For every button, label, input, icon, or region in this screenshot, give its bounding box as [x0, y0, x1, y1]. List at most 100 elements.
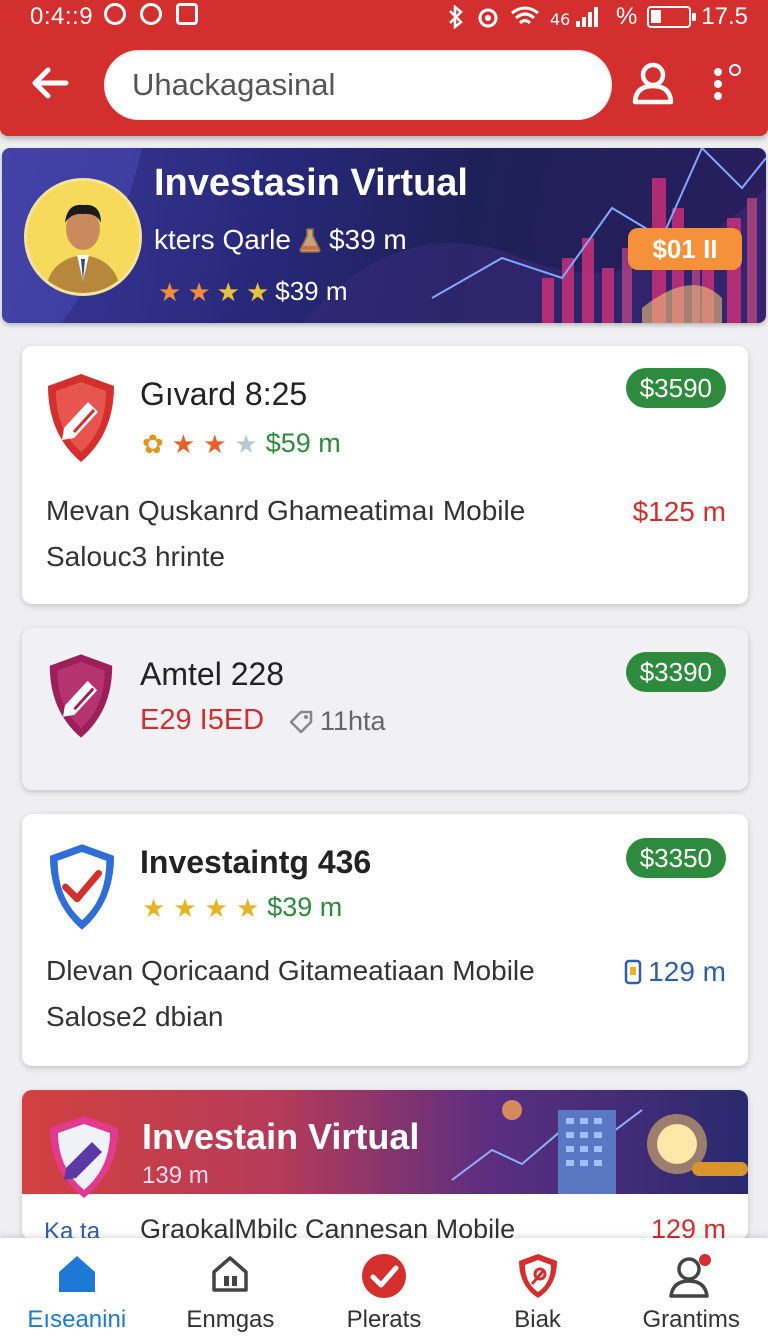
promo-row-text: GraokalMbilc Cannesan Mobile — [140, 1214, 516, 1240]
card-description-line: Salose2 dbian — [46, 1001, 224, 1032]
user-notification-icon — [669, 1254, 712, 1298]
app-bar: 0:4::9 46 % 17.5 — [0, 0, 768, 136]
star-icon: ★ — [216, 276, 240, 307]
nav-item-home[interactable]: Eıseanini — [0, 1238, 154, 1344]
card-rating: ✿ ★ ★ ★ $59 m — [142, 428, 341, 459]
promo-title: Investain Virtual — [142, 1116, 420, 1157]
person-portrait-icon — [27, 181, 139, 293]
checkmark-circle-icon — [361, 1254, 406, 1298]
notification-icon — [176, 3, 198, 25]
card-description-line: Mevan Quskanrd Ghameatimaı Mobile — [46, 495, 526, 526]
investment-card[interactable]: Amtel 228 E29 I5ED 11hta $3390 — [22, 628, 748, 790]
battery-icon — [647, 6, 697, 28]
card-side-value-text: 129 m — [648, 956, 726, 987]
banner-subtitle-price: $39 m — [328, 224, 407, 255]
nav-item-plerats[interactable]: Plerats — [307, 1238, 461, 1344]
card-side-value: 129 m — [624, 956, 726, 988]
nav-label: Grantims — [642, 1306, 740, 1333]
card-title: Investaintg 436 — [140, 844, 372, 880]
notification-icon — [140, 3, 162, 25]
more-options-button[interactable] — [708, 58, 748, 108]
card-rating: ★ ★ ★ ★ $39 m — [142, 892, 342, 923]
search-input[interactable] — [104, 50, 612, 120]
star-icon: ★ — [245, 276, 270, 307]
nav-label: Plerats — [346, 1306, 422, 1333]
gear-icon: ✿ — [142, 428, 164, 459]
promo-row-left: Ka ta — [44, 1218, 101, 1240]
status-time: 0:4::9 — [30, 3, 94, 30]
card-description: Mevan Quskanrd Ghameatimaı Mobile Salouc… — [46, 488, 606, 580]
banner-price-badge[interactable]: $01 II — [628, 228, 742, 270]
card-side-value: $125 m — [632, 496, 726, 527]
advisor-avatar — [24, 178, 142, 296]
card-description-line: Salouc3 hrinte — [46, 541, 226, 572]
nav-item-grantims[interactable]: Grantims — [614, 1238, 768, 1344]
house-outline-icon — [212, 1256, 249, 1292]
nav-label: Biak — [514, 1306, 561, 1333]
back-button[interactable] — [26, 58, 76, 108]
investment-card[interactable]: Gıvard 8:25 ✿ ★ ★ ★ $59 m $3590 Mevan Qu… — [22, 346, 748, 604]
mobile-icon — [624, 959, 642, 985]
card-price-badge[interactable]: $3590 — [625, 368, 726, 408]
banner-subtitle: kters Qarle $39 m — [154, 224, 407, 256]
bottom-navigation: Eıseanini Enmgas Plerats Biak Grantims — [0, 1238, 768, 1344]
more-vertical-icon — [714, 64, 741, 100]
battery-percent-sign: % — [615, 3, 638, 30]
star-icon: ★ — [235, 892, 260, 923]
card-tag-text: 11hta — [320, 706, 386, 736]
card-description-line: Dlevan Qoricaand Gitameatiaan Mobile — [46, 955, 535, 986]
shield-pen-icon — [50, 1116, 118, 1198]
star-icon: ★ — [203, 428, 227, 459]
svg-text:46: 46 — [550, 10, 570, 29]
star-icon: ★ — [173, 892, 197, 923]
nav-label: Eıseanini — [27, 1306, 127, 1333]
shield-pen-icon — [48, 374, 114, 462]
tag-icon — [289, 710, 313, 733]
flask-icon — [299, 228, 321, 253]
card-code: E29 I5ED — [140, 704, 265, 736]
shield-icon — [518, 1254, 557, 1298]
status-system-icons: 46 % 17.5 — [446, 3, 748, 31]
promo-banner[interactable]: Investain Virtual 139 m Ka ta GraokalMbi… — [22, 1090, 748, 1240]
card-price: $39 m — [267, 892, 343, 922]
status-bar: 0:4::9 46 % 17.5 — [0, 0, 768, 34]
investment-card[interactable]: Investaintg 436 ★ ★ ★ ★ $39 m $3350 Dlev… — [22, 814, 748, 1066]
shield-check-icon — [49, 844, 115, 930]
card-title: Gıvard 8:25 — [140, 376, 308, 412]
banner-rating-price: $39 m — [275, 276, 348, 306]
card-title: Amtel 228 — [140, 656, 285, 692]
card-price-badge[interactable]: $3350 — [625, 838, 726, 878]
banner-rating: ★ ★ ★ ★ $39 m — [158, 276, 348, 307]
account-button[interactable] — [628, 58, 678, 108]
star-icon: ★ — [204, 892, 228, 923]
home-icon — [58, 1256, 95, 1292]
star-icon: ★ — [171, 428, 196, 459]
card-price-badge[interactable]: $3390 — [625, 652, 726, 692]
nav-item-biak[interactable]: Biak — [461, 1238, 615, 1344]
star-icon: ★ — [187, 276, 211, 307]
nav-item-enmgas[interactable]: Enmgas — [154, 1238, 308, 1344]
search-bar[interactable] — [104, 50, 612, 120]
shield-pen-icon — [49, 654, 113, 738]
promo-row-value: 129 m — [650, 1214, 726, 1240]
battery-level: 17.5 — [701, 3, 748, 30]
banner-title: Investasin Virtual — [154, 162, 468, 204]
signal-icon: 46 — [550, 7, 598, 29]
promo-subtitle: 139 m — [142, 1162, 209, 1189]
star-icon: ★ — [142, 892, 166, 923]
notification-icon — [104, 3, 126, 25]
status-notification-icons — [104, 3, 198, 25]
nav-label: Enmgas — [186, 1306, 275, 1333]
card-description: Dlevan Qoricaand Gitameatiaan Mobile Sal… — [46, 948, 606, 1040]
star-icon: ★ — [158, 276, 182, 307]
card-price: $59 m — [265, 428, 341, 458]
star-empty-icon: ★ — [234, 428, 258, 459]
card-tag: 11hta — [288, 706, 386, 737]
wifi-icon — [511, 6, 539, 25]
banner-subtitle-text: kters Qarle — [154, 224, 291, 255]
featured-banner[interactable]: Investasin Virtual kters Qarle $39 m ★ ★… — [2, 148, 766, 323]
user-icon — [632, 62, 674, 105]
alarm-icon — [478, 8, 498, 28]
arrow-left-icon — [32, 67, 69, 99]
bluetooth-icon — [449, 5, 463, 29]
